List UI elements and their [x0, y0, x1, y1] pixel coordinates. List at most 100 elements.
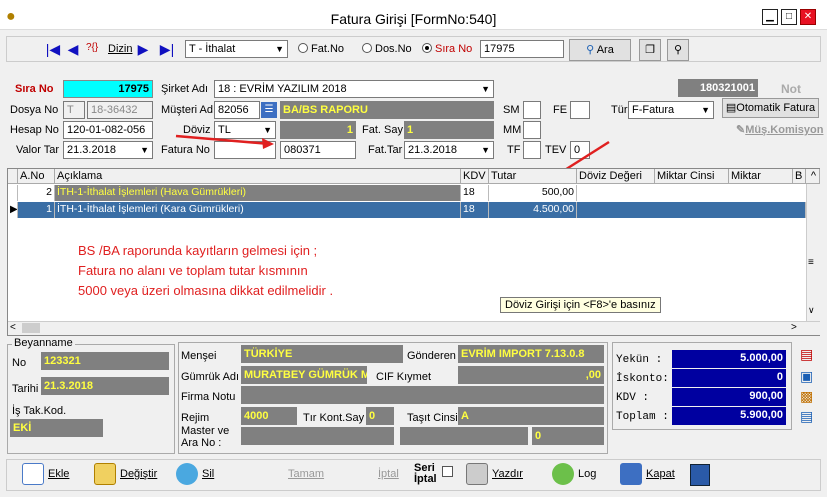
- grid-select-icon[interactable]: ▣: [800, 368, 813, 385]
- preview-icon[interactable]: ⚲: [667, 39, 689, 61]
- master-extra-field[interactable]: 0: [532, 427, 604, 445]
- sirket-select[interactable]: 18 : EVRİM YAZILIM 2018 ▼: [214, 80, 494, 98]
- musteri-code-field[interactable]: 82056: [214, 101, 260, 119]
- arano-field[interactable]: [400, 427, 528, 445]
- mm-field[interactable]: [523, 121, 541, 139]
- radio-dos-no[interactable]: Dos.No: [362, 43, 412, 55]
- tasit-label: Taşıt Cinsi: [407, 412, 458, 424]
- scroll-down-icon[interactable]: ∨: [808, 305, 815, 316]
- fat-tar-field[interactable]: 21.3.2018 ▼: [404, 141, 494, 159]
- scroll-up-icon[interactable]: ^: [806, 169, 820, 184]
- grid-header-doviz-degeri[interactable]: Döviz Değeri: [577, 169, 655, 184]
- row-desc: İTH-1-İthalat İşlemleri (Hava Gümrükleri…: [55, 185, 461, 201]
- commission-icon: ✎: [736, 124, 746, 136]
- customer-lookup-icon[interactable]: ☰: [261, 102, 277, 118]
- hint-tooltip: Döviz Girişi için <F8>'e basınız: [500, 297, 661, 313]
- row-tutar: 500,00: [489, 185, 577, 201]
- notes-icon[interactable]: ▤: [800, 408, 813, 425]
- hesap-no-field[interactable]: 120-01-082-056: [63, 121, 153, 139]
- first-record-icon[interactable]: |◀: [44, 41, 62, 57]
- radio-circle: [298, 43, 308, 53]
- search-input[interactable]: 17975: [480, 40, 564, 58]
- yazdir-button[interactable]: Yazdır: [466, 461, 523, 489]
- cif-field[interactable]: ,00: [458, 366, 604, 384]
- grid-header-indicator: [8, 169, 18, 184]
- cancel-icon: [352, 463, 374, 485]
- calculator-icon[interactable]: [690, 464, 710, 486]
- type-select[interactable]: T - İthalat ▼: [185, 40, 288, 58]
- valor-date-field[interactable]: 21.3.2018 ▼: [63, 141, 153, 159]
- printer-icon: [466, 463, 488, 486]
- kapat-button[interactable]: Kapat: [620, 461, 675, 489]
- scroll-left-icon[interactable]: <: [10, 322, 16, 333]
- mensei-field[interactable]: TÜRKİYE: [241, 345, 403, 363]
- sm-field[interactable]: [523, 101, 541, 119]
- scroll-right-icon[interactable]: >: [791, 322, 797, 333]
- doviz-rate: 1: [280, 121, 356, 139]
- row-rest: [577, 202, 806, 218]
- print-icon[interactable]: ▩: [800, 388, 813, 405]
- fe-field[interactable]: [570, 101, 590, 119]
- close-button[interactable]: ✕: [800, 9, 816, 25]
- tir-label: Tır Kont.Say: [303, 412, 365, 424]
- sira-no-field[interactable]: 17975: [63, 80, 153, 98]
- dizin-button[interactable]: Dizin: [108, 43, 132, 55]
- next-record-icon[interactable]: ▶: [136, 41, 150, 57]
- radio-fat-no[interactable]: Fat.No: [298, 43, 344, 55]
- grid-header-miktar[interactable]: Miktar: [729, 169, 793, 184]
- istak-field[interactable]: EKİ: [10, 419, 103, 437]
- degistir-button[interactable]: Değiştir: [94, 461, 157, 489]
- window-title: Fatura Girişi [FormNo:540]: [330, 11, 497, 27]
- restore-button[interactable]: □: [781, 9, 797, 25]
- edit-icon: [94, 463, 116, 486]
- scrollbar-grip-icon[interactable]: ≡: [808, 257, 814, 268]
- prev-record-icon[interactable]: ◀: [66, 41, 80, 57]
- grid-header-kdv[interactable]: KDV: [461, 169, 489, 184]
- firma-notu-label: Firma Notu: [181, 391, 236, 403]
- master-label: Master ve: [181, 425, 230, 437]
- add-doc-icon[interactable]: ▤: [800, 346, 813, 363]
- vertical-scrollbar[interactable]: [806, 184, 820, 322]
- tur-select[interactable]: F-Fatura ▼: [628, 101, 714, 119]
- iptal-button[interactable]: İptal: [352, 461, 399, 489]
- tamam-button[interactable]: Tamam: [262, 461, 324, 489]
- tir-field[interactable]: 0: [366, 407, 394, 425]
- copy-icon[interactable]: ❐: [639, 39, 661, 61]
- grid-header-tutar[interactable]: Tutar: [489, 169, 577, 184]
- horizontal-scrollbar[interactable]: [8, 321, 820, 335]
- search-button[interactable]: ⚲ Ara: [569, 39, 631, 61]
- gonderen-field[interactable]: EVRİM IMPORT 7.13.0.8: [458, 345, 604, 363]
- beyanname-no-field[interactable]: 123321: [41, 352, 169, 370]
- sil-button[interactable]: Sil: [176, 461, 214, 489]
- fatsay-label: Fat. Say: [362, 124, 403, 136]
- toplam-value: 5.900,00: [672, 407, 786, 425]
- dosya-label: Dosya No: [10, 104, 59, 116]
- master-field[interactable]: [241, 427, 394, 445]
- find-icon[interactable]: ?{}: [86, 42, 98, 53]
- yekun-value: 5.000,00: [672, 350, 786, 368]
- fatura-no-field[interactable]: 080371: [280, 141, 356, 159]
- row-kdv: 18: [461, 202, 489, 218]
- gumruk-field[interactable]: MURATBEY GÜMRÜK MÜ: [241, 366, 367, 384]
- ekle-button[interactable]: Ekle: [22, 461, 69, 489]
- seri-iptal-checkbox[interactable]: [442, 466, 453, 477]
- radio-sira-no[interactable]: Sıra No: [422, 43, 472, 55]
- grid-header-ano[interactable]: A.No: [18, 169, 55, 184]
- iskonto-label: İskonto:: [616, 373, 669, 385]
- otomatik-fatura-button[interactable]: ▤Otomatik Fatura: [722, 98, 819, 118]
- mus-komisyon-button[interactable]: ✎Müş.Komisyon: [736, 123, 823, 136]
- new-document-icon: [22, 463, 44, 486]
- sira-label: Sıra No: [15, 83, 54, 95]
- log-button[interactable]: Log: [552, 461, 596, 489]
- last-record-icon[interactable]: ▶|: [156, 41, 178, 57]
- grid-header-aciklama[interactable]: Açıklama: [55, 169, 461, 184]
- scrollbar-thumb[interactable]: [22, 323, 40, 333]
- firma-notu-field[interactable]: [241, 386, 604, 404]
- grid-header-miktar-cinsi[interactable]: Miktar Cinsi: [655, 169, 729, 184]
- grid-header-b[interactable]: B: [793, 169, 806, 184]
- minimize-button[interactable]: ▁: [762, 9, 778, 25]
- beyanname-tarih-field[interactable]: 21.3.2018: [41, 377, 169, 395]
- rejim-field[interactable]: 4000: [241, 407, 297, 425]
- tasit-field[interactable]: A: [458, 407, 604, 425]
- record-code: 180321001: [678, 79, 758, 97]
